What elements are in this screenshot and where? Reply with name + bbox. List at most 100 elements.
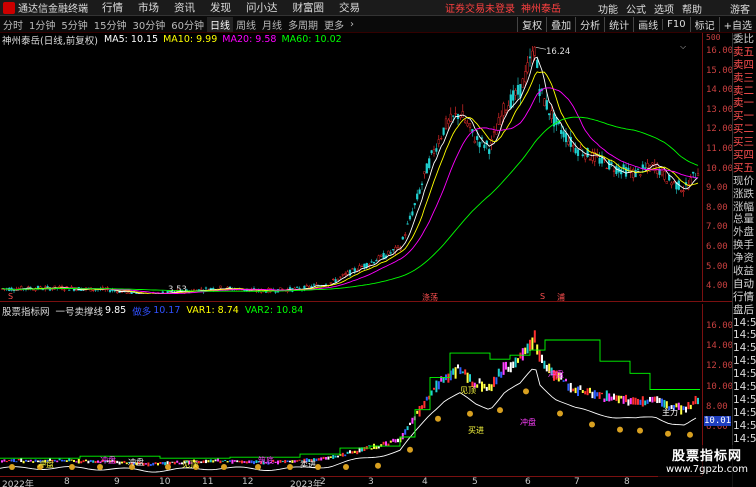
- candle-body: [444, 118, 448, 129]
- side-panel-item[interactable]: 卖一: [733, 97, 756, 110]
- overlay-button[interactable]: 叠加: [546, 17, 575, 32]
- indicator-bar: [154, 462, 157, 465]
- date-tick: 12: [242, 477, 254, 487]
- period-more-arrow-icon[interactable]: ›: [347, 19, 357, 30]
- statistics-button[interactable]: 统计: [604, 17, 633, 32]
- side-panel-item[interactable]: 14:50: [733, 342, 756, 355]
- login-alert[interactable]: 证券交易未登录: [445, 0, 515, 15]
- indicator-bar: [682, 406, 685, 411]
- side-panel-item[interactable]: 涨跌: [733, 188, 756, 201]
- indicator-bar: [615, 395, 618, 401]
- indicator-bar: [677, 402, 680, 410]
- indicator-bar: [526, 343, 529, 354]
- money-bag-icon: [467, 410, 473, 417]
- candle-body: [468, 123, 472, 128]
- side-panel-item[interactable]: 14:50: [733, 407, 756, 420]
- side-panel-item[interactable]: 买四: [733, 149, 756, 162]
- indicator-bar: [541, 354, 543, 364]
- side-panel-item[interactable]: 现价: [733, 175, 756, 188]
- side-panel-item[interactable]: 买一: [733, 110, 756, 123]
- indicator-bar: [401, 432, 404, 440]
- main-kline-chart[interactable]: ◇: [0, 46, 702, 294]
- side-panel-item[interactable]: 卖二: [733, 85, 756, 98]
- menu-hangqing[interactable]: 行情: [102, 0, 123, 15]
- candle-body: [636, 168, 640, 170]
- candle-body: [293, 287, 296, 290]
- side-panel-item[interactable]: 买五: [733, 162, 756, 175]
- menu-gongneng[interactable]: 功能: [598, 1, 618, 16]
- side-panel-item[interactable]: 14:50: [733, 355, 756, 368]
- f10-button[interactable]: F10: [662, 19, 689, 30]
- indicator-chart[interactable]: 冲盘 冲盘 冲盘 见顶 筑底 卖进见顶冲盘主力买进冲盘: [0, 317, 702, 475]
- menu-zixun[interactable]: 资讯: [174, 0, 195, 15]
- candle-body: [672, 181, 676, 183]
- money-bag-icon: [637, 427, 643, 434]
- side-panel-item[interactable]: 14:50: [733, 420, 756, 433]
- period-monthly[interactable]: 月线: [259, 17, 285, 32]
- side-panel-item[interactable]: 卖三: [733, 72, 756, 85]
- side-panel-item[interactable]: 14:50: [733, 394, 756, 407]
- side-panel-item[interactable]: 卖五: [733, 46, 756, 59]
- side-panel-item[interactable]: 换手: [733, 239, 756, 252]
- side-panel-item[interactable]: 总量: [733, 213, 756, 226]
- menu-wenxiaoda[interactable]: 问小达: [246, 0, 278, 15]
- candle-body: [32, 289, 35, 291]
- stock-name-label[interactable]: 神州泰岳(日线,前复权): [2, 33, 98, 47]
- side-panel-item[interactable]: 自动: [733, 278, 756, 291]
- indicator-bar: [56, 460, 59, 463]
- side-panel-item[interactable]: 14:50: [733, 317, 756, 330]
- add-favorite-button[interactable]: +自选: [718, 17, 756, 32]
- menu-caifuquan[interactable]: 财富圈: [293, 0, 325, 15]
- restore-rights-button[interactable]: 复权: [517, 17, 546, 32]
- menu-faxian[interactable]: 发现: [210, 0, 231, 15]
- period-60min[interactable]: 60分钟: [168, 17, 207, 32]
- period-multi[interactable]: 多周期: [285, 17, 321, 32]
- mark-button[interactable]: 标记: [689, 17, 719, 32]
- side-panel-item[interactable]: 净资: [733, 252, 756, 265]
- current-price-tag: 10.01: [704, 416, 732, 426]
- indicator-bar: [505, 361, 507, 370]
- indicator-bar: [65, 460, 68, 462]
- side-panel-item[interactable]: 委比: [733, 33, 756, 46]
- side-panel-item[interactable]: 卖四: [733, 59, 756, 72]
- period-5min[interactable]: 5分钟: [58, 17, 90, 32]
- side-panel-item[interactable]: 14:50: [733, 368, 756, 381]
- period-fenshi[interactable]: 分时: [0, 17, 26, 32]
- side-panel-item[interactable]: 买二: [733, 123, 756, 136]
- side-panel-item[interactable]: 涨幅: [733, 201, 756, 214]
- side-panel-item[interactable]: 14:50: [733, 381, 756, 394]
- analysis-button[interactable]: 分析: [575, 17, 604, 32]
- candle-body: [605, 168, 608, 170]
- indicator-bar: [579, 385, 582, 390]
- indicator-bar: [281, 460, 284, 463]
- side-panel-item[interactable]: 外盘: [733, 226, 756, 239]
- period-30min[interactable]: 30分钟: [129, 17, 168, 32]
- main-price-axis: 500 16.00 15.00 14.00 13.00 12.00 11.00 10.00 9.…: [702, 33, 733, 301]
- guest-user[interactable]: 游客: [730, 1, 750, 16]
- period-weekly[interactable]: 周线: [233, 17, 259, 32]
- side-panel-item[interactable]: 14:50: [733, 433, 756, 446]
- side-panel-item[interactable]: 收益: [733, 265, 756, 278]
- menu-bangzhu[interactable]: 帮助: [682, 1, 702, 16]
- indicator-site-label[interactable]: 股票指标网: [2, 304, 50, 318]
- indicator-bar: [411, 417, 414, 424]
- indicator-bar: [353, 450, 356, 454]
- menu-xuanxiang[interactable]: 选项: [654, 1, 674, 16]
- menu-shichang[interactable]: 市场: [138, 0, 159, 15]
- draw-line-button[interactable]: 画线: [633, 17, 662, 32]
- side-panel-item[interactable]: 盘后: [733, 304, 756, 317]
- menu-jiaoyi[interactable]: 交易: [339, 0, 360, 15]
- side-panel-item[interactable]: 行情: [733, 291, 756, 304]
- candle-body: [312, 284, 316, 286]
- period-15min[interactable]: 15分钟: [91, 17, 130, 32]
- menu-gongshi[interactable]: 公式: [626, 1, 646, 16]
- side-panel-item[interactable]: 14:50: [733, 329, 756, 342]
- period-more[interactable]: 更多: [321, 17, 347, 32]
- period-1min[interactable]: 1分钟: [26, 17, 58, 32]
- side-panel-item[interactable]: 买三: [733, 136, 756, 149]
- period-daily[interactable]: 日线: [206, 16, 233, 32]
- candle-body: [420, 183, 424, 185]
- indicator-bar: [620, 395, 623, 399]
- indicator-bar: [277, 460, 279, 465]
- candle-body: [358, 265, 361, 271]
